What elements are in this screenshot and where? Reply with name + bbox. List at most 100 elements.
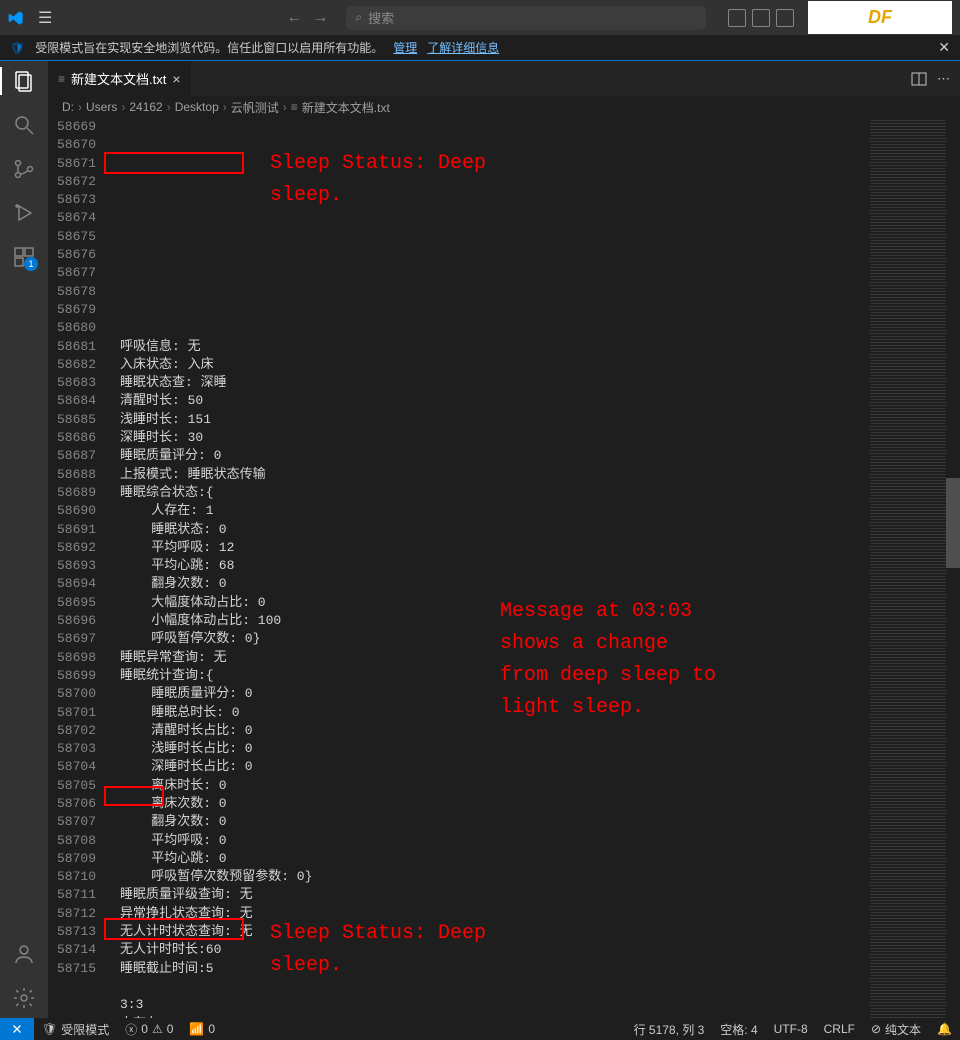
ports-status[interactable]: 📶0 bbox=[181, 1018, 223, 1040]
code-line[interactable]: 睡眠质量评分: 0 bbox=[120, 447, 870, 465]
editor-body[interactable]: 5866958670586715867258673586745867558676… bbox=[48, 118, 960, 1018]
toggle-panel-icon[interactable] bbox=[752, 9, 770, 27]
run-debug-icon[interactable] bbox=[12, 201, 36, 225]
search-input[interactable]: ⌕ 搜索 bbox=[346, 6, 706, 30]
restricted-message: 受限模式旨在实现安全地浏览代码。信任此窗口以启用所有功能。 bbox=[35, 39, 383, 56]
code-line[interactable]: 人存在: 1 bbox=[120, 502, 870, 520]
editor-area: ≡ 新建文本文档.txt × ⋯ D:› Users› 24162› Deskt… bbox=[48, 61, 960, 1018]
line-number: 58670 bbox=[48, 136, 96, 154]
line-number: 58685 bbox=[48, 411, 96, 429]
search-placeholder: 搜索 bbox=[368, 8, 394, 27]
code-line[interactable]: 深睡时长占比: 0 bbox=[120, 758, 870, 776]
code-line[interactable]: 睡眠综合状态:{ bbox=[120, 484, 870, 502]
df-badge: DF bbox=[808, 1, 952, 34]
breadcrumb-item[interactable]: Users bbox=[86, 100, 117, 114]
menu-button[interactable]: ☰ bbox=[32, 6, 58, 30]
line-number: 58688 bbox=[48, 466, 96, 484]
toggle-secondary-icon[interactable] bbox=[776, 9, 794, 27]
eol-status[interactable]: CRLF bbox=[816, 1018, 863, 1040]
code-line[interactable] bbox=[120, 978, 870, 996]
line-number: 58681 bbox=[48, 338, 96, 356]
tabs-row: ≡ 新建文本文档.txt × ⋯ bbox=[48, 61, 960, 96]
code-line[interactable]: 小幅度体动占比: 100 bbox=[120, 612, 870, 630]
annotation-text-1: Sleep Status: Deep sleep. bbox=[270, 148, 486, 212]
code-line[interactable]: 平均心跳: 0 bbox=[120, 850, 870, 868]
tab-file[interactable]: ≡ 新建文本文档.txt × bbox=[48, 61, 192, 96]
code-line[interactable]: 人存在: 1 bbox=[120, 1015, 870, 1018]
close-icon[interactable]: ✕ bbox=[938, 39, 950, 56]
learn-more-link[interactable]: 了解详细信息 bbox=[427, 39, 499, 56]
vertical-scrollbar[interactable] bbox=[946, 118, 960, 1018]
scroll-thumb[interactable] bbox=[946, 478, 960, 568]
code-line[interactable]: 翻身次数: 0 bbox=[120, 575, 870, 593]
code-line[interactable]: 离床时长: 0 bbox=[120, 777, 870, 795]
indentation-status[interactable]: 空格: 4 bbox=[712, 1018, 765, 1040]
nav-back-icon[interactable]: ← bbox=[286, 9, 302, 27]
code-line[interactable]: 呼吸信息: 无 bbox=[120, 338, 870, 356]
breadcrumb-item[interactable]: 24162 bbox=[129, 100, 162, 114]
code-content[interactable]: Sleep Status: Deep sleep. Message at 03:… bbox=[110, 118, 870, 1018]
account-icon[interactable] bbox=[12, 942, 36, 966]
line-number: 58714 bbox=[48, 941, 96, 959]
annotation-box-2 bbox=[104, 786, 164, 806]
toggle-sidebar-icon[interactable] bbox=[728, 9, 746, 27]
code-line[interactable]: 离床次数: 0 bbox=[120, 795, 870, 813]
extensions-icon[interactable]: 1 bbox=[12, 245, 36, 269]
code-line[interactable]: 清醒时长: 50 bbox=[120, 392, 870, 410]
search-activity-icon[interactable] bbox=[12, 113, 36, 137]
code-line[interactable]: 平均呼吸: 0 bbox=[120, 832, 870, 850]
code-line[interactable]: 睡眠质量评分: 0 bbox=[120, 685, 870, 703]
line-number: 58704 bbox=[48, 758, 96, 776]
shield-icon: 🛡 bbox=[10, 41, 25, 55]
breadcrumb-item[interactable]: 云帆测试 bbox=[231, 99, 279, 116]
breadcrumb-item[interactable]: 新建文本文档.txt bbox=[302, 99, 390, 116]
code-line[interactable]: 睡眠截止时间:5 bbox=[120, 960, 870, 978]
code-line[interactable]: 睡眠统计查询:{ bbox=[120, 667, 870, 685]
explorer-icon[interactable] bbox=[12, 69, 36, 93]
breadcrumb-item[interactable]: Desktop bbox=[175, 100, 219, 114]
line-number: 58693 bbox=[48, 557, 96, 575]
code-line[interactable]: 呼吸暂停次数: 0} bbox=[120, 630, 870, 648]
code-line[interactable]: 睡眠状态: 0 bbox=[120, 521, 870, 539]
code-line[interactable]: 3:3 bbox=[120, 996, 870, 1014]
code-line[interactable]: 浅睡时长占比: 0 bbox=[120, 740, 870, 758]
line-number: 58705 bbox=[48, 777, 96, 795]
code-line[interactable]: 浅睡时长: 151 bbox=[120, 411, 870, 429]
code-line[interactable]: 上报模式: 睡眠状态传输 bbox=[120, 466, 870, 484]
line-number: 58697 bbox=[48, 630, 96, 648]
code-line[interactable]: 平均呼吸: 12 bbox=[120, 539, 870, 557]
breadcrumbs[interactable]: D:› Users› 24162› Desktop› 云帆测试› ≡ 新建文本文… bbox=[48, 96, 960, 118]
shield-icon: 🛡 bbox=[42, 1022, 57, 1036]
problems-status[interactable]: ⓧ0 ⚠0 bbox=[117, 1018, 181, 1040]
settings-gear-icon[interactable] bbox=[12, 986, 36, 1010]
tab-close-icon[interactable]: × bbox=[172, 71, 180, 87]
more-actions-icon[interactable]: ⋯ bbox=[937, 71, 950, 87]
language-status[interactable]: ⊘ 纯文本 bbox=[863, 1018, 929, 1040]
code-line[interactable]: 睡眠质量评级查询: 无 bbox=[120, 886, 870, 904]
remote-indicator[interactable] bbox=[0, 1018, 34, 1040]
code-line[interactable]: 睡眠状态查: 深睡 bbox=[120, 374, 870, 392]
nav-arrows: ← → bbox=[286, 9, 328, 27]
code-line[interactable]: 深睡时长: 30 bbox=[120, 429, 870, 447]
cursor-position[interactable]: 行 5178, 列 3 bbox=[626, 1018, 713, 1040]
line-number: 58715 bbox=[48, 960, 96, 978]
code-line[interactable]: 平均心跳: 68 bbox=[120, 557, 870, 575]
code-line[interactable]: 睡眠异常查询: 无 bbox=[120, 649, 870, 667]
source-control-icon[interactable] bbox=[12, 157, 36, 181]
code-line[interactable]: 入床状态: 入床 bbox=[120, 356, 870, 374]
encoding-status[interactable]: UTF-8 bbox=[766, 1018, 816, 1040]
file-icon: ≡ bbox=[58, 72, 65, 86]
code-line[interactable]: 翻身次数: 0 bbox=[120, 813, 870, 831]
nav-forward-icon[interactable]: → bbox=[312, 9, 328, 27]
breadcrumb-item[interactable]: D: bbox=[62, 100, 74, 114]
code-line[interactable]: 清醒时长占比: 0 bbox=[120, 722, 870, 740]
notifications-icon[interactable]: 🔔 bbox=[929, 1018, 960, 1040]
split-editor-icon[interactable] bbox=[911, 71, 927, 87]
code-line[interactable]: 呼吸暂停次数预留参数: 0} bbox=[120, 868, 870, 886]
code-line[interactable]: 大幅度体动占比: 0 bbox=[120, 594, 870, 612]
line-number: 58698 bbox=[48, 649, 96, 667]
code-line[interactable]: 睡眠总时长: 0 bbox=[120, 704, 870, 722]
manage-link[interactable]: 管理 bbox=[393, 39, 417, 56]
restricted-status[interactable]: 🛡 受限模式 bbox=[34, 1018, 117, 1040]
code-line[interactable]: 无人计时时长:60 bbox=[120, 941, 870, 959]
